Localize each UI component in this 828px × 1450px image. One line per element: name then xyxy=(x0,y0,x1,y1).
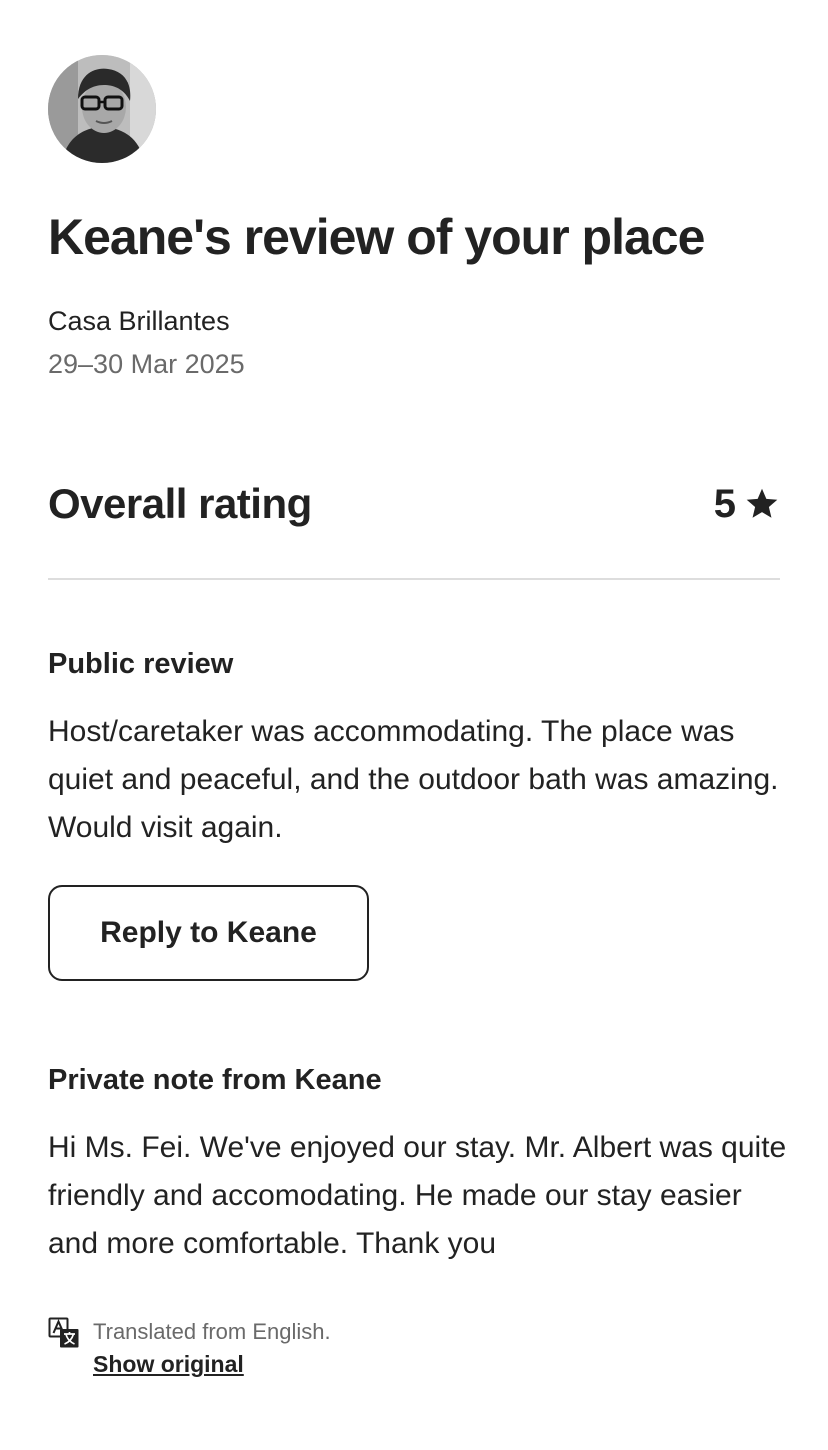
public-review-text: Host/caretaker was accommodating. The pl… xyxy=(48,715,779,844)
show-original-link[interactable]: Show original xyxy=(93,1351,244,1378)
rating-value: 5 xyxy=(713,481,736,526)
overall-rating-label: Overall rating xyxy=(48,480,312,527)
public-review-heading: Public review xyxy=(48,648,234,680)
divider xyxy=(48,578,780,580)
translation-note: Translated from English. xyxy=(93,1319,331,1344)
page-title: Keane's review of your place xyxy=(48,209,705,265)
private-note-text: Hi Ms. Fei. We've enjoyed our stay. Mr. … xyxy=(48,1131,787,1260)
listing-name: Casa Brillantes xyxy=(48,306,230,336)
reply-button[interactable]: Reply to Keane xyxy=(48,885,369,981)
rating-value-group: 5 xyxy=(714,482,780,527)
avatar xyxy=(48,55,156,163)
overall-rating-row: Overall rating 5 xyxy=(48,476,780,532)
star-icon xyxy=(746,488,778,518)
translate-icon xyxy=(48,1317,80,1349)
stay-dates: 29–30 Mar 2025 xyxy=(48,349,245,379)
private-note-heading: Private note from Keane xyxy=(48,1064,382,1096)
